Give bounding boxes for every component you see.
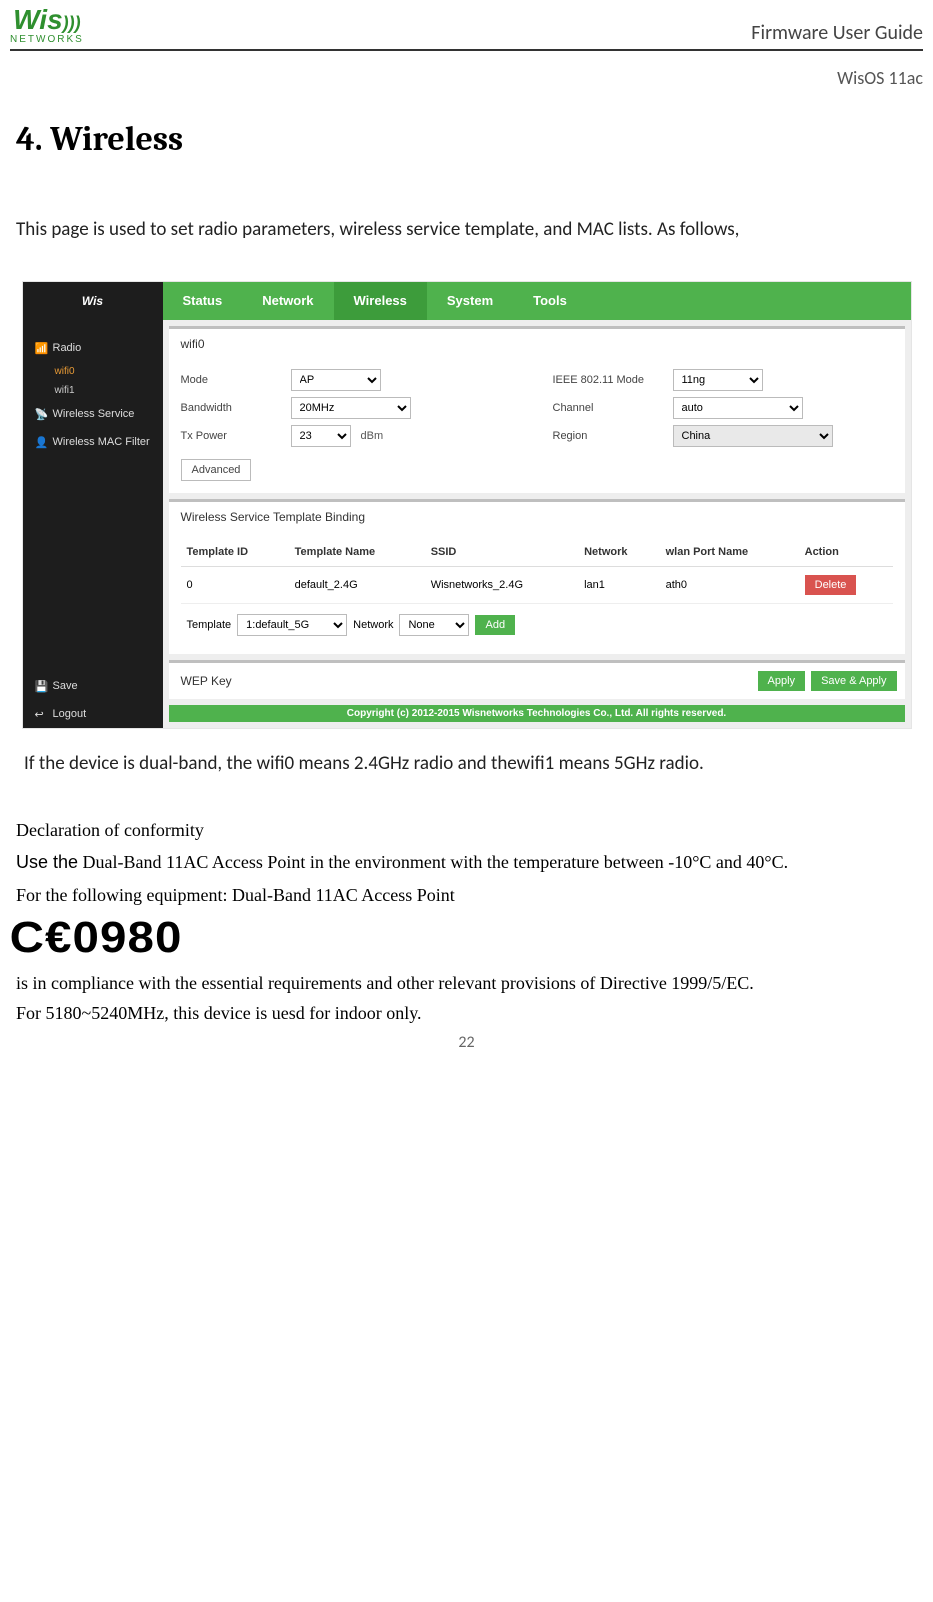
card-binding: Wireless Service Template Binding Templa… xyxy=(169,499,905,654)
col-template-name: Template Name xyxy=(289,538,425,567)
page-number: 22 xyxy=(0,1033,933,1052)
apply-button[interactable]: Apply xyxy=(758,671,806,691)
network-label: Network xyxy=(353,619,393,631)
nav-network[interactable]: Network xyxy=(242,282,333,320)
brand-logo: Wis))) NETWORKS xyxy=(10,6,84,45)
template-label: Template xyxy=(187,619,232,631)
sidebar-wifi1[interactable]: wifi1 xyxy=(23,381,163,400)
declaration-compliance: is in compliance with the essential requ… xyxy=(16,968,917,999)
wifi-icon: 📡 xyxy=(35,408,47,420)
declaration-indoor: For 5180~5240MHz, this device is uesd fo… xyxy=(16,1003,917,1024)
card-binding-title: Wireless Service Template Binding xyxy=(169,502,905,532)
top-nav: Status Network Wireless System Tools xyxy=(163,282,911,320)
col-ssid: SSID xyxy=(425,538,578,567)
region-label: Region xyxy=(553,430,663,442)
cell-network: lan1 xyxy=(578,566,659,603)
table-row: 0 default_2.4G Wisnetworks_2.4G lan1 ath… xyxy=(181,566,893,603)
brand-logo-text: Wis))) xyxy=(13,6,81,34)
card-wifi0: wifi0 Mode AP IEEE 802.11 Mode 11ng xyxy=(169,326,905,493)
advanced-button[interactable]: Advanced xyxy=(181,459,252,481)
nav-wireless[interactable]: Wireless xyxy=(334,282,427,320)
channel-label: Channel xyxy=(553,402,663,414)
ce-mark: C€0980 xyxy=(16,916,917,960)
logout-icon: ↩ xyxy=(35,708,47,720)
bw-label: Bandwidth xyxy=(181,402,281,414)
ieee-select[interactable]: 11ng xyxy=(673,369,763,391)
user-icon: 👤 xyxy=(35,436,47,448)
sidebar-radio[interactable]: 📶 Radio xyxy=(23,334,163,362)
sidebar-wifi0[interactable]: wifi0 xyxy=(23,362,163,381)
page-header: Wis))) NETWORKS Firmware User Guide xyxy=(10,0,923,51)
card-wep-title: WEP Key xyxy=(169,666,750,696)
channel-select[interactable]: auto xyxy=(673,397,803,419)
nav-system[interactable]: System xyxy=(427,282,513,320)
txpower-select[interactable]: 23 xyxy=(291,425,351,447)
sidebar-mac-filter[interactable]: 👤 Wireless MAC Filter xyxy=(23,428,163,456)
cell-wlan-port: ath0 xyxy=(660,566,799,603)
delete-button[interactable]: Delete xyxy=(805,575,857,595)
intro-paragraph: This page is used to set radio parameter… xyxy=(16,209,917,251)
doc-subtitle: WisOS 11ac xyxy=(10,67,923,89)
cell-template-id: 0 xyxy=(181,566,289,603)
sidebar-save[interactable]: 💾 Save xyxy=(23,672,163,700)
col-network: Network xyxy=(578,538,659,567)
ieee-label: IEEE 802.11 Mode xyxy=(553,374,663,386)
save-apply-button[interactable]: Save & Apply xyxy=(811,671,896,691)
save-icon: 💾 xyxy=(35,680,47,692)
nav-tools[interactable]: Tools xyxy=(513,282,587,320)
copyright-bar: Copyright (c) 2012-2015 Wisnetworks Tech… xyxy=(169,705,905,722)
nav-status[interactable]: Status xyxy=(163,282,243,320)
doc-title: Firmware User Guide xyxy=(751,21,923,45)
col-template-id: Template ID xyxy=(181,538,289,567)
radio-wave-icon: 📶 xyxy=(35,342,47,354)
card-wep: WEP Key Apply Save & Apply xyxy=(169,660,905,699)
txpower-unit: dBm xyxy=(361,430,384,442)
app-logo: Wis xyxy=(23,282,163,320)
declaration-use-line: Use the Dual-Band 11AC Access Point in t… xyxy=(16,847,917,878)
brand-logo-sub: NETWORKS xyxy=(10,34,84,45)
cell-template-name: default_2.4G xyxy=(289,566,425,603)
region-select[interactable]: China xyxy=(673,425,833,447)
mode-label: Mode xyxy=(181,374,281,386)
declaration-heading: Declaration of conformity xyxy=(16,815,917,846)
card-wifi0-title: wifi0 xyxy=(169,329,905,359)
col-wlan-port: wlan Port Name xyxy=(660,538,799,567)
after-screenshot-text: If the device is dual-band, the wifi0 me… xyxy=(24,743,909,785)
txpower-label: Tx Power xyxy=(181,430,281,442)
declaration-equipment: For the following equipment: Dual-Band 1… xyxy=(16,880,917,911)
cell-ssid: Wisnetworks_2.4G xyxy=(425,566,578,603)
bw-select[interactable]: 20MHz xyxy=(291,397,411,419)
col-action: Action xyxy=(799,538,893,567)
mode-select[interactable]: AP xyxy=(291,369,381,391)
embedded-screenshot: Wis Status Network Wireless System Tools… xyxy=(22,281,912,729)
sidebar-wireless-service[interactable]: 📡 Wireless Service xyxy=(23,400,163,428)
add-button[interactable]: Add xyxy=(475,615,515,635)
template-select[interactable]: 1:default_5G xyxy=(237,614,347,636)
sidebar: 📶 Radio wifi0 wifi1 📡 Wireless Service 👤… xyxy=(23,320,163,728)
sidebar-logout[interactable]: ↩ Logout xyxy=(23,700,163,728)
binding-table: Template ID Template Name SSID Network w… xyxy=(181,538,893,604)
network-select[interactable]: None xyxy=(399,614,469,636)
main-panel: wifi0 Mode AP IEEE 802.11 Mode 11ng xyxy=(163,320,911,728)
section-heading: 4. Wireless xyxy=(16,119,917,159)
